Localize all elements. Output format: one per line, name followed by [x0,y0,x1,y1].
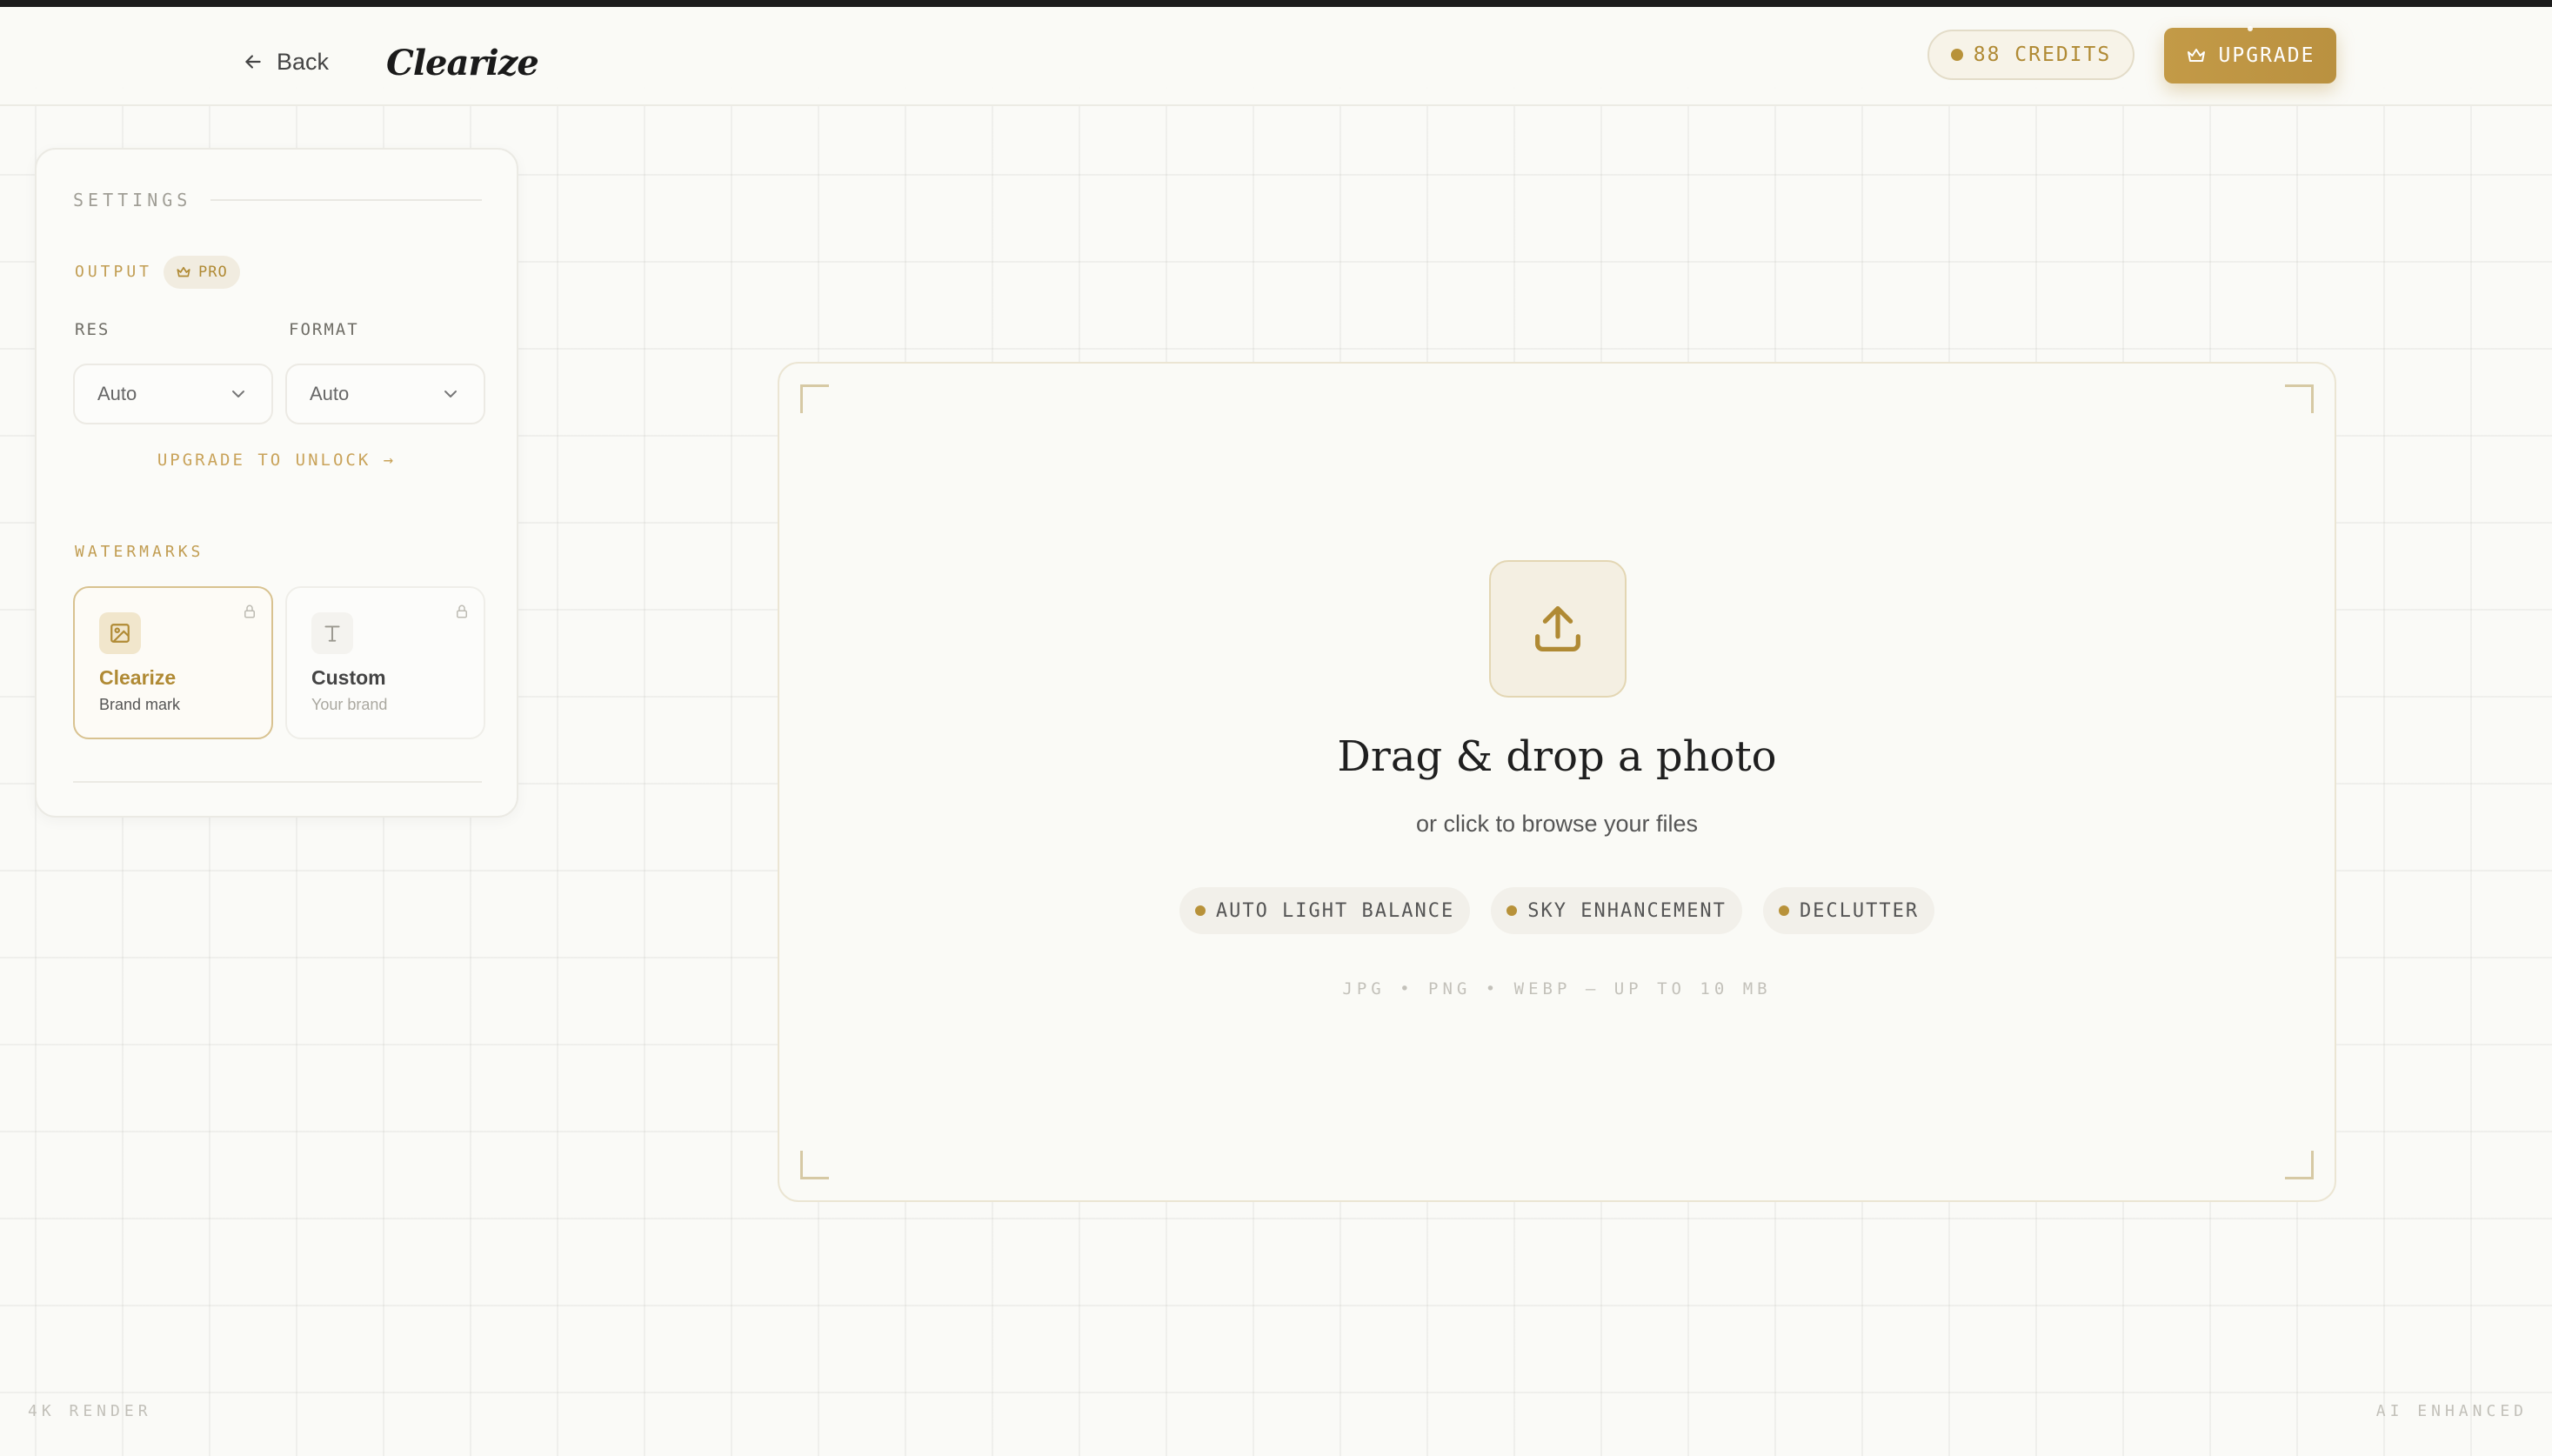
dropzone-title: Drag & drop a photo [1337,732,1777,781]
lock-icon [454,604,470,624]
settings-panel: SETTINGS OUTPUT PRO RES FORMAT Auto Auto… [35,148,518,818]
settings-divider [210,199,482,201]
res-select[interactable]: Auto [73,364,273,424]
crown-icon [2187,49,2205,62]
corner-bracket-icon [2285,1151,2314,1179]
watermarks-section-label: WATERMARKS [75,543,204,561]
res-label: RES [75,320,110,339]
watermark-option-custom[interactable]: Custom Your brand [285,586,485,739]
watermark-title: Custom [311,666,386,689]
pro-badge: PRO [164,256,240,289]
feature-chips: AUTO LIGHT BALANCE SKY ENHANCEMENT DECLU… [779,887,2335,934]
sidebar-divider [73,781,482,783]
lock-icon [242,604,257,624]
text-icon [311,612,353,654]
format-select[interactable]: Auto [285,364,485,424]
feature-chip-label: SKY ENHANCEMENT [1527,899,1727,922]
upload-icon [1535,606,1580,651]
format-select-value: Auto [310,383,350,404]
feature-chip-label: AUTO LIGHT BALANCE [1215,899,1455,922]
credits-dot-icon [1950,49,1963,61]
upgrade-to-unlock-link[interactable]: UPGRADE TO UNLOCK → [37,451,517,470]
bullet-dot-icon [1506,905,1518,916]
format-label: FORMAT [289,320,359,339]
arrow-left-icon [245,55,261,69]
watermark-subtitle: Your brand [311,696,388,713]
footer-right-label: AI ENHANCED [2375,1402,2528,1420]
settings-title: SETTINGS [73,190,192,210]
output-section-label: OUTPUT [75,263,153,281]
feature-chip: AUTO LIGHT BALANCE [1179,887,1471,934]
watermark-subtitle: Brand mark [99,696,181,713]
dropzone-subtitle[interactable]: or click to browse your files [779,811,2335,838]
footer-left-label: 4K RENDER [28,1402,152,1420]
sparkle-icon [2248,26,2253,31]
top-accent-bar [0,0,2552,7]
back-button[interactable]: Back [242,42,329,82]
upload-button[interactable] [1489,560,1627,698]
settings-heading: SETTINGS [73,190,482,210]
chevron-down-icon [444,391,457,397]
photo-dropzone[interactable]: Drag & drop a photo or click to browse y… [778,362,2336,1202]
credits-badge[interactable]: 88 CREDITS [1927,30,2134,80]
app-logo[interactable]: Clearize [386,35,539,90]
image-icon [99,612,141,654]
corner-bracket-icon [2285,384,2314,413]
bullet-dot-icon [1194,905,1206,916]
upgrade-label: UPGRADE [2218,44,2315,67]
corner-bracket-icon [800,384,829,413]
feature-chip: DECLUTTER [1762,887,1935,934]
bullet-dot-icon [1778,905,1789,916]
res-select-value: Auto [97,383,137,404]
pro-badge-label: PRO [198,264,228,281]
feature-chip: SKY ENHANCEMENT [1491,887,1742,934]
top-header: Back Clearize 88 CREDITS UPGRADE [0,7,2552,106]
upgrade-button[interactable]: UPGRADE [2164,26,2336,83]
supported-formats-note: JPG • PNG • WEBP — UP TO 10 MB [1342,979,1772,998]
credits-label: 88 CREDITS [1973,43,2112,66]
watermark-option-clearize[interactable]: Clearize Brand mark [73,586,273,739]
crown-icon [177,266,190,277]
feature-chip-label: DECLUTTER [1799,899,1920,922]
chevron-down-icon [232,391,244,397]
back-label: Back [277,48,330,75]
corner-bracket-icon [800,1151,829,1179]
watermark-title: Clearize [99,666,177,689]
